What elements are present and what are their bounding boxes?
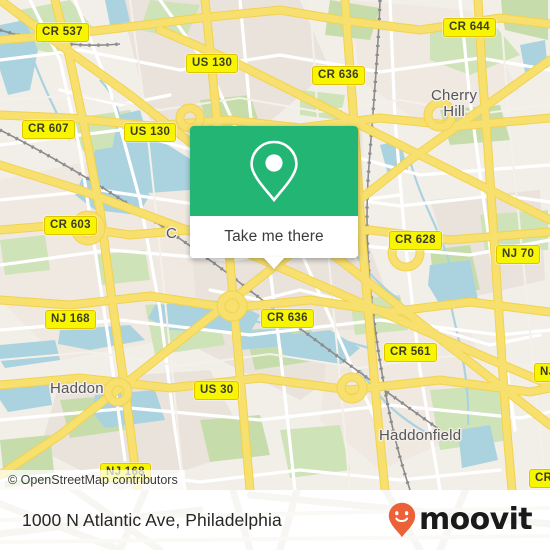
moovit-wordmark: moovit xyxy=(418,502,533,537)
road-shield-cr561: CR 561 xyxy=(384,343,437,362)
road-shield-us30: US 30 xyxy=(194,381,240,400)
road-shield-us130-w: US 130 xyxy=(124,123,177,142)
road-shield-cr644: CR 644 xyxy=(443,18,496,37)
road-shield-cr537: CR 537 xyxy=(36,23,89,42)
osm-attribution[interactable]: © OpenStreetMap contributors xyxy=(0,470,185,490)
address-label: 1000 N Atlantic Ave, Philadelphia xyxy=(22,509,282,530)
road-shield-cr628: CR 628 xyxy=(389,231,442,250)
map-canvas[interactable]: .water { fill:#aad3df; } .stream { fill:… xyxy=(0,0,550,490)
moovit-pin-smiley-icon xyxy=(388,502,416,538)
road-shield-nj168-n: NJ 168 xyxy=(45,310,96,329)
footer-bar: 1000 N Atlantic Ave, Philadelphia moovit xyxy=(0,490,550,550)
moovit-logo[interactable]: moovit xyxy=(388,490,533,550)
take-me-there-label: Take me there xyxy=(224,228,324,245)
road-shield-cr603: CR 603 xyxy=(44,216,97,235)
popup-action-area[interactable]: Take me there xyxy=(190,216,358,269)
destination-popup-card[interactable]: Take me there xyxy=(190,126,358,269)
map-screenshot: .water { fill:#aad3df; } .stream { fill:… xyxy=(0,0,550,550)
road-shield-cr607: CR 607 xyxy=(22,120,75,139)
map-pin-icon xyxy=(250,140,298,203)
road-shield-nj70: NJ 70 xyxy=(496,245,541,264)
road-shield-cr-edge: CR xyxy=(529,469,550,488)
popup-pin-area xyxy=(190,126,358,216)
road-shield-cr636-n: CR 636 xyxy=(312,66,365,85)
road-shield-cr636-s: CR 636 xyxy=(261,309,314,328)
popup-pointer-tail xyxy=(263,257,285,269)
road-shield-nj-edge: NJ xyxy=(534,363,550,382)
road-shield-us130-n: US 130 xyxy=(186,54,239,73)
